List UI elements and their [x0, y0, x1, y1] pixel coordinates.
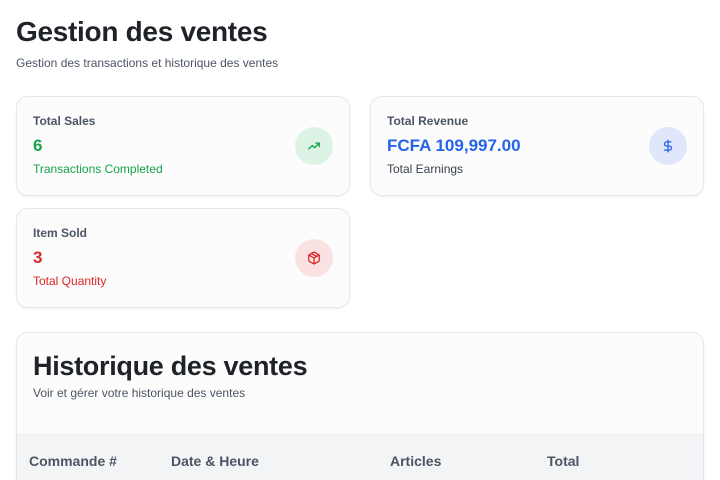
items-sold-value: 3 [33, 248, 43, 267]
total-sales-sub: Transactions Completed [33, 162, 163, 176]
total-sales-card: Total Sales 6 Transactions Completed [16, 96, 350, 196]
column-header-total[interactable]: Total [547, 453, 579, 469]
history-subtitle: Voir et gérer votre historique des vente… [33, 386, 246, 400]
page-title: Gestion des ventes [16, 16, 268, 47]
items-sold-card: Item Sold 3 Total Quantity [16, 208, 350, 308]
total-revenue-value: FCFA 109,997.00 [387, 136, 521, 155]
dollar-icon [649, 127, 687, 165]
trending-up-icon [295, 127, 333, 165]
column-header-order[interactable]: Commande # [29, 453, 117, 469]
column-header-date[interactable]: Date & Heure [171, 453, 259, 469]
total-sales-value: 6 [33, 136, 43, 155]
table-header: Commande # Date & Heure Articles Total [17, 433, 703, 480]
package-icon [295, 239, 333, 277]
total-revenue-label: Total Revenue [387, 114, 469, 128]
total-sales-label: Total Sales [33, 114, 96, 128]
total-revenue-sub: Total Earnings [387, 162, 464, 176]
sales-history-panel: Historique des ventes Voir et gérer votr… [16, 332, 704, 480]
page-subtitle: Gestion des transactions et historique d… [16, 56, 279, 70]
history-title: Historique des ventes [33, 351, 308, 381]
items-sold-label: Item Sold [33, 226, 88, 240]
items-sold-sub: Total Quantity [33, 274, 107, 288]
total-revenue-card: Total Revenue FCFA 109,997.00 Total Earn… [370, 96, 704, 196]
column-header-articles[interactable]: Articles [390, 453, 441, 469]
